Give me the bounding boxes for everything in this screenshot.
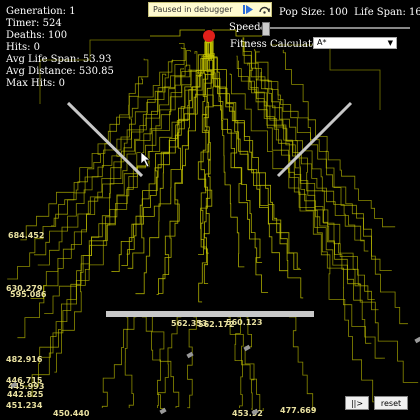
distance-label: 442.825 — [7, 390, 44, 399]
distance-label: 595.086 — [10, 290, 47, 299]
life-span-label: Life Span: — [354, 7, 406, 18]
speed-slider-thumb[interactable] — [262, 22, 270, 36]
stats-panel: Generation: 1 Timer: 524 Deaths: 100 Hit… — [6, 6, 114, 90]
avg-life-span-text: Avg Life Span: 53.93 — [6, 54, 112, 65]
reset-button[interactable]: reset — [374, 396, 408, 410]
speed-label: Speed: — [229, 22, 264, 33]
step-over-icon[interactable] — [257, 3, 271, 16]
distance-label: 453.92 — [232, 409, 263, 418]
chevron-down-icon: ▼ — [387, 39, 393, 47]
distance-label: 450.440 — [53, 409, 90, 418]
pop-size-label: Pop Size: — [279, 7, 326, 18]
distance-label: 451.234 — [6, 401, 43, 410]
fitness-calculator-value: A* — [317, 38, 327, 47]
timer-text: Timer: 524 — [6, 18, 62, 29]
target-circle — [203, 30, 215, 42]
max-hits-text: Max Hits: 0 — [6, 78, 65, 89]
distance-label: 477.669 — [280, 406, 317, 415]
fitness-calculator-label: Fitness Calculator: — [230, 39, 327, 50]
deaths-text: Deaths: 100 — [6, 30, 68, 41]
speed-slider[interactable] — [260, 22, 410, 36]
fitness-calculator-select[interactable]: A* ▼ — [313, 37, 397, 49]
population-controls: Pop Size: 100 Life Span: 1600 — [279, 7, 420, 18]
hits-text: Hits: 0 — [6, 42, 40, 53]
debugger-label: Paused in debugger — [153, 5, 233, 14]
resume-icon[interactable] — [241, 3, 255, 16]
distance-label: 560.123 — [226, 318, 262, 327]
debugger-banner: Paused in debugger — [148, 2, 272, 17]
wall-bottom — [106, 311, 314, 317]
avg-distance-text: Avg Distance: 530.85 — [6, 66, 114, 77]
step-button[interactable]: ||> — [345, 396, 369, 410]
distance-label: 482.916 — [6, 355, 43, 364]
life-span-value[interactable]: 1600 — [409, 7, 420, 18]
generation-text: Generation: 1 — [6, 6, 76, 17]
pop-size-value[interactable]: 100 — [329, 7, 348, 18]
distance-label: 684.452 — [8, 231, 44, 240]
